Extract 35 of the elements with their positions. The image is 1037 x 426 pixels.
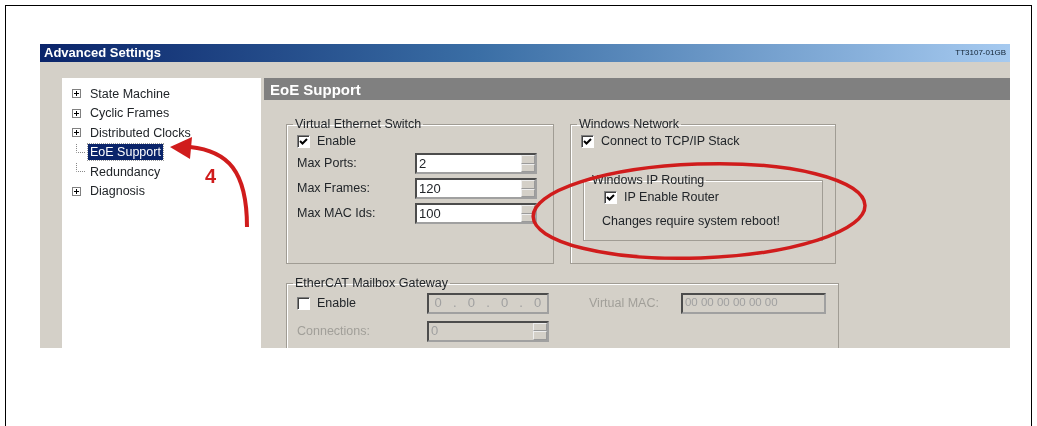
tree-line [76,143,85,153]
window-title: Advanced Settings [44,44,162,63]
tree-item[interactable]: EoE Support [88,144,163,161]
spin-buttons[interactable] [521,205,535,222]
expand-icon[interactable] [72,128,81,138]
step-number: 4 [205,166,217,186]
spin-buttons[interactable] [533,322,547,340]
tree-item[interactable]: Diagnosis [88,183,147,200]
panel-header: EoE Support [264,78,1010,100]
group-title: EtherCAT Mailbox Gateway [294,276,450,290]
tree-item[interactable]: Distributed Clocks [88,124,193,141]
checkbox-label: IP Enable Router [624,188,719,206]
document-code: TT3107-01GB [955,47,1006,59]
tree-item[interactable]: State Machine [88,85,172,102]
number-field[interactable]: 100 [415,203,537,224]
field-label: Max Frames: [297,180,371,198]
checkbox[interactable] [581,134,594,148]
tree-item[interactable]: Redundancy [88,163,163,180]
checkbox-label: Connect to TCP/IP Stack [601,132,740,150]
tree-line [76,163,85,173]
field-label: Max MAC Ids: [297,205,377,223]
note-text: Changes require system reboot! [601,213,781,230]
expand-icon[interactable] [72,89,81,99]
expand-icon[interactable] [72,186,81,196]
checkbox-label: Enable [317,132,356,150]
tree-item[interactable]: Cyclic Frames [88,105,172,122]
number-field[interactable]: 120 [415,178,537,199]
checkbox[interactable] [604,190,617,204]
field-label: Max Ports: [297,155,358,173]
group-title: Windows Network [578,117,681,131]
checkbox-label: Enable [317,294,356,312]
number-field[interactable]: 2 [415,153,537,174]
checkbox[interactable] [297,134,310,148]
expand-icon[interactable] [72,108,81,118]
group-title: Virtual Ethernet Switch [294,117,423,131]
